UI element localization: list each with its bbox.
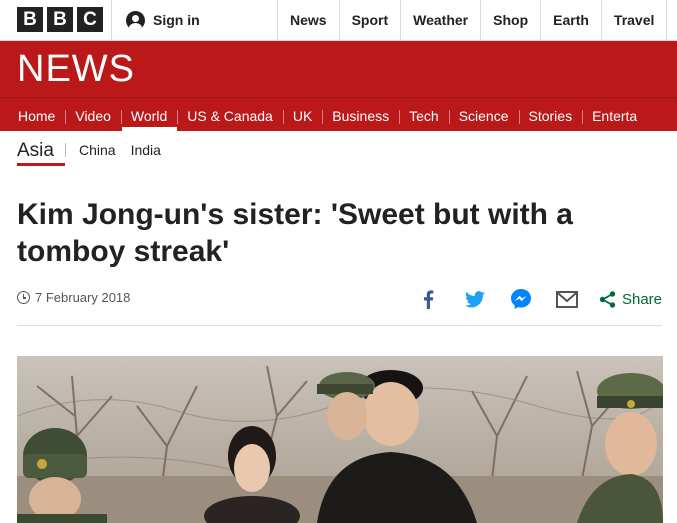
user-icon xyxy=(126,10,145,30)
article-meta: 7 February 2018 Share xyxy=(17,288,662,326)
subnav-asia[interactable]: Asia xyxy=(17,134,65,166)
article-date: 7 February 2018 xyxy=(17,290,130,305)
share-tools: Share xyxy=(403,288,662,310)
bbc-logo-letter: B xyxy=(17,7,43,32)
article-headline: Kim Jong-un's sister: 'Sweet but with a … xyxy=(17,198,573,268)
news-banner: NEWS xyxy=(0,41,677,97)
nav-world[interactable]: World xyxy=(120,98,178,131)
email-share-button[interactable] xyxy=(547,288,587,310)
subnav-china[interactable]: China xyxy=(79,134,116,166)
bbc-logo[interactable]: B B C xyxy=(17,7,103,32)
nav-tech[interactable]: Tech xyxy=(399,98,449,131)
twitter-icon xyxy=(464,290,485,307)
share-button[interactable]: Share xyxy=(599,291,662,308)
topnav-news[interactable]: News xyxy=(277,0,339,40)
masthead: B B C Sign in News Sport Weather Shop Ea… xyxy=(0,0,677,41)
top-navigation: News Sport Weather Shop Earth Travel M xyxy=(277,0,677,40)
nav-business[interactable]: Business xyxy=(322,98,399,131)
email-icon xyxy=(555,290,578,308)
bbc-logo-letter: B xyxy=(47,7,73,32)
nav-home[interactable]: Home xyxy=(8,98,65,131)
nav-video[interactable]: Video xyxy=(65,98,121,131)
topnav-earth[interactable]: Earth xyxy=(540,0,601,40)
sign-in-label: Sign in xyxy=(153,12,200,28)
nav-entertainment[interactable]: Enterta xyxy=(582,98,647,131)
nav-uk[interactable]: UK xyxy=(282,98,322,131)
facebook-icon xyxy=(424,289,434,309)
topnav-sport[interactable]: Sport xyxy=(338,0,401,40)
share-label: Share xyxy=(621,290,662,308)
news-logo[interactable]: NEWS xyxy=(17,49,135,89)
article-hero-image xyxy=(17,356,663,523)
hero-photo-illustration xyxy=(17,356,663,523)
topnav-weather[interactable]: Weather xyxy=(400,0,480,40)
subnav-divider xyxy=(64,143,66,157)
topnav-shop[interactable]: Shop xyxy=(480,0,540,40)
section-navigation: Home Video World US & Canada UK Business… xyxy=(0,97,677,131)
sign-in-link[interactable]: Sign in xyxy=(111,0,200,40)
share-icon xyxy=(599,290,616,308)
date-text: 7 February 2018 xyxy=(35,290,131,305)
topnav-travel[interactable]: Travel xyxy=(600,0,666,40)
nav-stories[interactable]: Stories xyxy=(518,98,583,131)
sub-navigation: Asia China India xyxy=(17,134,176,166)
nav-science[interactable]: Science xyxy=(448,98,519,131)
nav-us-canada[interactable]: US & Canada xyxy=(177,98,283,131)
facebook-share-button[interactable] xyxy=(409,288,449,310)
twitter-share-button[interactable] xyxy=(455,288,495,310)
messenger-share-button[interactable] xyxy=(501,288,541,310)
messenger-icon xyxy=(510,289,531,309)
topnav-more[interactable]: M xyxy=(666,0,677,40)
clock-icon xyxy=(17,291,30,304)
bbc-logo-letter: C xyxy=(77,7,103,32)
subnav-india[interactable]: India xyxy=(131,134,161,166)
